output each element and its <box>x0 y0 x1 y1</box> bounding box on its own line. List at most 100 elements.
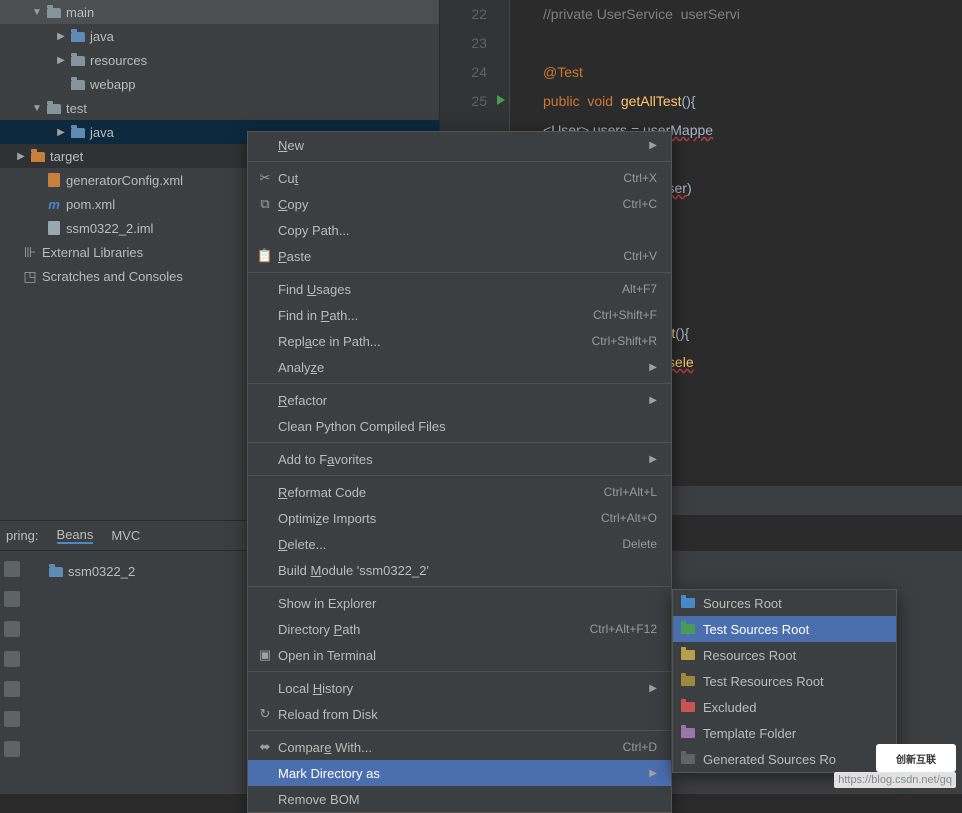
menu-item[interactable]: ▣Open in Terminal <box>248 642 671 668</box>
watermark-url: https://blog.csdn.net/gq <box>834 772 956 788</box>
mark-directory-submenu: Sources RootTest Sources Root Resources R… <box>672 589 897 773</box>
submenu-arrow-icon: ▶ <box>649 454 657 465</box>
code-line[interactable]: @Test <box>543 58 962 87</box>
menu-item[interactable]: Replace in Path...Ctrl+Shift+R <box>248 328 671 354</box>
menu-item[interactable]: ⬌Compare With...Ctrl+D <box>248 734 671 760</box>
menu-item[interactable]: ✂CutCtrl+X <box>248 165 671 191</box>
tree-item[interactable]: ▶ resources <box>0 48 439 72</box>
menu-item-icon: 📋 <box>256 248 274 264</box>
menu-item-shortcut: Ctrl+V <box>623 249 657 263</box>
menu-item-label: Optimize Imports <box>274 511 601 526</box>
code-line[interactable]: //private UserService userServi <box>543 0 962 29</box>
expand-arrow-icon[interactable]: ▼ <box>32 7 42 18</box>
folder-icon <box>681 624 695 634</box>
menu-item-shortcut: Alt+F7 <box>622 282 657 296</box>
folder-icon <box>681 676 695 686</box>
line-number[interactable]: 22 <box>440 0 509 29</box>
tree-item-label: resources <box>90 53 147 68</box>
line-number[interactable]: 24 <box>440 58 509 87</box>
menu-item[interactable]: Clean Python Compiled Files <box>248 413 671 439</box>
menu-item[interactable]: ↻Reload from Disk <box>248 701 671 727</box>
menu-item[interactable]: Build Module 'ssm0322_2' <box>248 557 671 583</box>
tree-item[interactable]: ▶java <box>0 24 439 48</box>
toolbar-icon[interactable] <box>4 741 20 757</box>
menu-item-shortcut: Ctrl+Alt+O <box>601 511 657 525</box>
tree-item-label: target <box>50 149 83 164</box>
toolbar-icon[interactable] <box>4 621 20 637</box>
menu-item-icon: ⧉ <box>256 196 274 212</box>
menu-item[interactable]: Directory PathCtrl+Alt+F12 <box>248 616 671 642</box>
menu-item-label: Build Module 'ssm0322_2' <box>274 563 657 578</box>
submenu-item-label: Resources Root <box>703 648 796 663</box>
submenu-item[interactable]: Excluded <box>673 694 896 720</box>
submenu-arrow-icon: ▶ <box>649 140 657 151</box>
menu-item[interactable]: Remove BOM <box>248 786 671 812</box>
menu-item[interactable]: Reformat CodeCtrl+Alt+L <box>248 479 671 505</box>
expand-arrow-icon[interactable]: ▶ <box>56 31 66 42</box>
menu-item[interactable]: Mark Directory as▶ <box>248 760 671 786</box>
submenu-arrow-icon: ▶ <box>649 362 657 373</box>
expand-arrow-icon[interactable]: ▶ <box>16 151 26 162</box>
submenu-item[interactable]: Sources Root <box>673 590 896 616</box>
folder-icon <box>681 728 695 738</box>
folder-icon <box>681 754 695 764</box>
menu-item[interactable]: Find in Path...Ctrl+Shift+F <box>248 302 671 328</box>
toolbar-icon[interactable] <box>4 711 20 727</box>
expand-arrow-icon[interactable]: ▶ <box>56 127 66 138</box>
menu-item[interactable]: Analyze▶ <box>248 354 671 380</box>
toolbar-icon[interactable] <box>4 681 20 697</box>
tab-mvc[interactable]: MVC <box>111 528 140 543</box>
folder-icon <box>681 702 695 712</box>
menu-item-label: Compare With... <box>274 740 623 755</box>
menu-item[interactable]: ⧉CopyCtrl+C <box>248 191 671 217</box>
line-number[interactable]: 23 <box>440 29 509 58</box>
menu-item-shortcut: Ctrl+Alt+L <box>604 485 657 499</box>
menu-item[interactable]: Find UsagesAlt+F7 <box>248 276 671 302</box>
file-iml-icon <box>46 220 62 236</box>
menu-item[interactable]: Optimize ImportsCtrl+Alt+O <box>248 505 671 531</box>
menu-item-shortcut: Ctrl+X <box>623 171 657 185</box>
menu-item-shortcut: Ctrl+C <box>623 197 657 211</box>
tool-window-toolbar <box>0 551 24 794</box>
submenu-item[interactable]: Resources Root <box>673 642 896 668</box>
menu-item[interactable]: Refactor▶ <box>248 387 671 413</box>
tree-item-label: test <box>66 101 87 116</box>
menu-item[interactable]: Show in Explorer <box>248 590 671 616</box>
submenu-item-label: Test Resources Root <box>703 674 824 689</box>
menu-item-label: Reload from Disk <box>274 707 657 722</box>
run-gutter-icon[interactable] <box>497 95 505 105</box>
code-line[interactable]: public void getAllTest(){ <box>543 87 962 116</box>
menu-item[interactable]: Copy Path... <box>248 217 671 243</box>
code-line[interactable] <box>543 29 962 58</box>
menu-item-shortcut: Ctrl+Shift+R <box>592 334 657 348</box>
menu-item-label: Copy Path... <box>274 223 657 238</box>
submenu-item[interactable]: Test Sources Root <box>673 616 896 642</box>
tree-item[interactable]: ▼ test <box>0 96 439 120</box>
line-number[interactable]: 25 <box>440 87 509 116</box>
menu-item-label: Copy <box>274 197 623 212</box>
toolbar-icon[interactable] <box>4 651 20 667</box>
toolbar-icon[interactable] <box>4 561 20 577</box>
menu-item[interactable]: Local History▶ <box>248 675 671 701</box>
libs-icon: ⊪ <box>22 244 38 260</box>
toolbar-icon[interactable] <box>4 591 20 607</box>
tree-item[interactable]: ▼main <box>0 0 439 24</box>
menu-item[interactable]: Delete...Delete <box>248 531 671 557</box>
menu-item[interactable]: 📋PasteCtrl+V <box>248 243 671 269</box>
expand-arrow-icon[interactable]: ▶ <box>56 55 66 66</box>
expand-arrow-icon[interactable]: ▼ <box>32 103 42 114</box>
menu-item[interactable]: Add to Favorites▶ <box>248 446 671 472</box>
menu-item-label: Analyze <box>274 360 649 375</box>
submenu-item[interactable]: Template Folder <box>673 720 896 746</box>
file-m-icon: m <box>46 196 62 212</box>
tree-item[interactable]: webapp <box>0 72 439 96</box>
tab-beans[interactable]: Beans <box>57 527 94 544</box>
submenu-item[interactable]: Generated Sources Ro <box>673 746 896 772</box>
menu-item-label: Clean Python Compiled Files <box>274 419 657 434</box>
submenu-item[interactable]: Test Resources Root <box>673 668 896 694</box>
tree-item-label: generatorConfig.xml <box>66 173 183 188</box>
tree-item-label: java <box>90 125 114 140</box>
menu-item[interactable]: New▶ <box>248 132 671 158</box>
menu-item-label: Refactor <box>274 393 649 408</box>
folder-blue-icon <box>70 124 86 140</box>
